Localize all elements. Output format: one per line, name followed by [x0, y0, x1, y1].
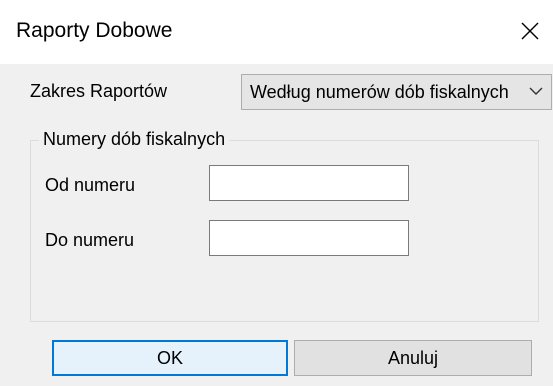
to-number-label: Do numeru [45, 230, 135, 250]
chevron-down-icon [529, 87, 543, 95]
fiscal-days-group: Numery dób fiskalnych Od numeru Do numer… [30, 128, 539, 322]
window-title: Raporty Dobowe [16, 19, 173, 42]
dialog-window: Raporty Dobowe Zakres Raportów Według nu… [0, 0, 553, 386]
title-bar: Raporty Dobowe [0, 0, 553, 64]
dialog-body: Zakres Raportów Według numerów dób fiska… [0, 64, 553, 386]
close-button[interactable] [507, 4, 553, 58]
cancel-button[interactable]: Anuluj [294, 340, 532, 376]
range-label: Zakres Raportów [30, 81, 168, 101]
to-number-input[interactable] [209, 220, 409, 256]
from-number-label: Od numeru [45, 175, 136, 195]
ok-button[interactable]: OK [52, 340, 288, 376]
from-number-input[interactable] [209, 165, 409, 201]
range-select-value: Według numerów dób fiskalnych [250, 82, 509, 102]
range-select[interactable]: Według numerów dób fiskalnych [241, 74, 552, 110]
close-icon [521, 22, 539, 40]
group-legend: Numery dób fiskalnych [39, 128, 230, 150]
